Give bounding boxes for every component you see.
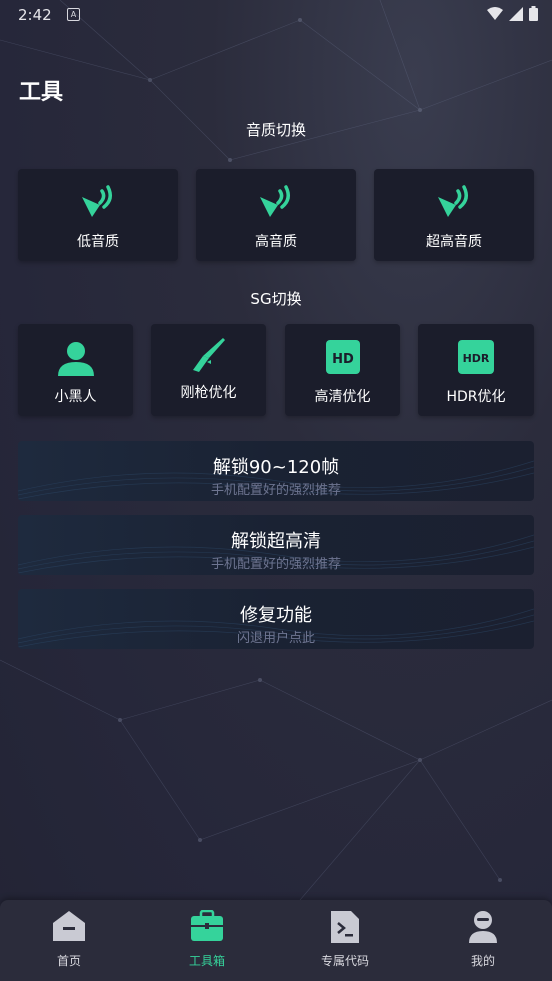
profile-icon <box>469 911 497 943</box>
home-icon <box>53 911 85 941</box>
rifle-icon <box>192 338 225 372</box>
code-file-icon <box>331 911 359 943</box>
unlock-fps-button[interactable]: 解锁90~120帧 手机配置好的强烈推荐 <box>18 441 534 501</box>
bottom-tab-bar: 首页 工具箱 专属代码 我的 <box>0 900 552 981</box>
sg-option-label: 小黑人 <box>54 389 97 405</box>
audio-option-low[interactable]: 低音质 <box>18 169 178 261</box>
sg-option-hdr[interactable]: HDR HDR优化 <box>418 324 534 416</box>
tab-label: 工具箱 <box>188 954 225 968</box>
sg-section-title: SG切换 <box>250 290 302 308</box>
sg-option-rifle[interactable]: 刚枪优化 <box>151 324 266 416</box>
status-bar: 2:42 A <box>0 0 552 30</box>
hdr-icon: HDR <box>458 340 494 374</box>
sg-option-hd[interactable]: HD 高清优化 <box>285 324 400 416</box>
audio-option-label: 超高音质 <box>426 234 482 250</box>
toolbox-icon <box>191 910 223 941</box>
audio-option-ultra[interactable]: 超高音质 <box>374 169 534 261</box>
signal-icon <box>509 6 523 21</box>
hd-icon: HD <box>325 340 360 374</box>
tab-label: 专属代码 <box>320 954 369 968</box>
status-time: 2:42 <box>18 6 52 24</box>
audio-section-title: 音质切换 <box>245 121 306 139</box>
tab-exclusive-code[interactable]: 专属代码 <box>276 900 414 981</box>
person-icon <box>57 342 94 376</box>
speaker-icon <box>438 185 468 217</box>
unlock-ultra-hd-button[interactable]: 解锁超高清 手机配置好的强烈推荐 <box>18 515 534 575</box>
action-title: 解锁90~120帧 <box>212 457 340 478</box>
wifi-icon <box>487 6 503 20</box>
tab-label: 首页 <box>56 954 81 968</box>
action-title: 修复功能 <box>240 605 312 626</box>
audio-option-label: 低音质 <box>77 234 119 250</box>
page-title: 工具 <box>19 80 64 105</box>
action-title: 解锁超高清 <box>231 531 321 552</box>
tab-profile[interactable]: 我的 <box>414 900 552 981</box>
repair-button[interactable]: 修复功能 闪退用户点此 <box>18 589 534 649</box>
speaker-icon <box>82 185 112 217</box>
action-subtitle: 闪退用户点此 <box>236 631 315 646</box>
speaker-icon <box>260 185 290 217</box>
tab-label: 我的 <box>470 954 495 968</box>
svg-text:HD: HD <box>332 352 354 367</box>
sg-option-stickman[interactable]: 小黑人 <box>18 324 133 416</box>
tab-home[interactable]: 首页 <box>0 900 138 981</box>
battery-icon <box>529 6 538 21</box>
audio-option-high[interactable]: 高音质 <box>196 169 356 261</box>
sg-option-label: HDR优化 <box>446 389 506 405</box>
notification-icon: A <box>67 8 80 21</box>
action-subtitle: 手机配置好的强烈推荐 <box>210 483 341 498</box>
sg-option-label: 高清优化 <box>314 389 371 405</box>
tab-toolbox[interactable]: 工具箱 <box>138 900 276 981</box>
audio-option-label: 高音质 <box>255 234 297 250</box>
sg-option-label: 刚枪优化 <box>180 385 237 401</box>
action-subtitle: 手机配置好的强烈推荐 <box>210 557 341 572</box>
svg-text:HDR: HDR <box>463 352 490 365</box>
